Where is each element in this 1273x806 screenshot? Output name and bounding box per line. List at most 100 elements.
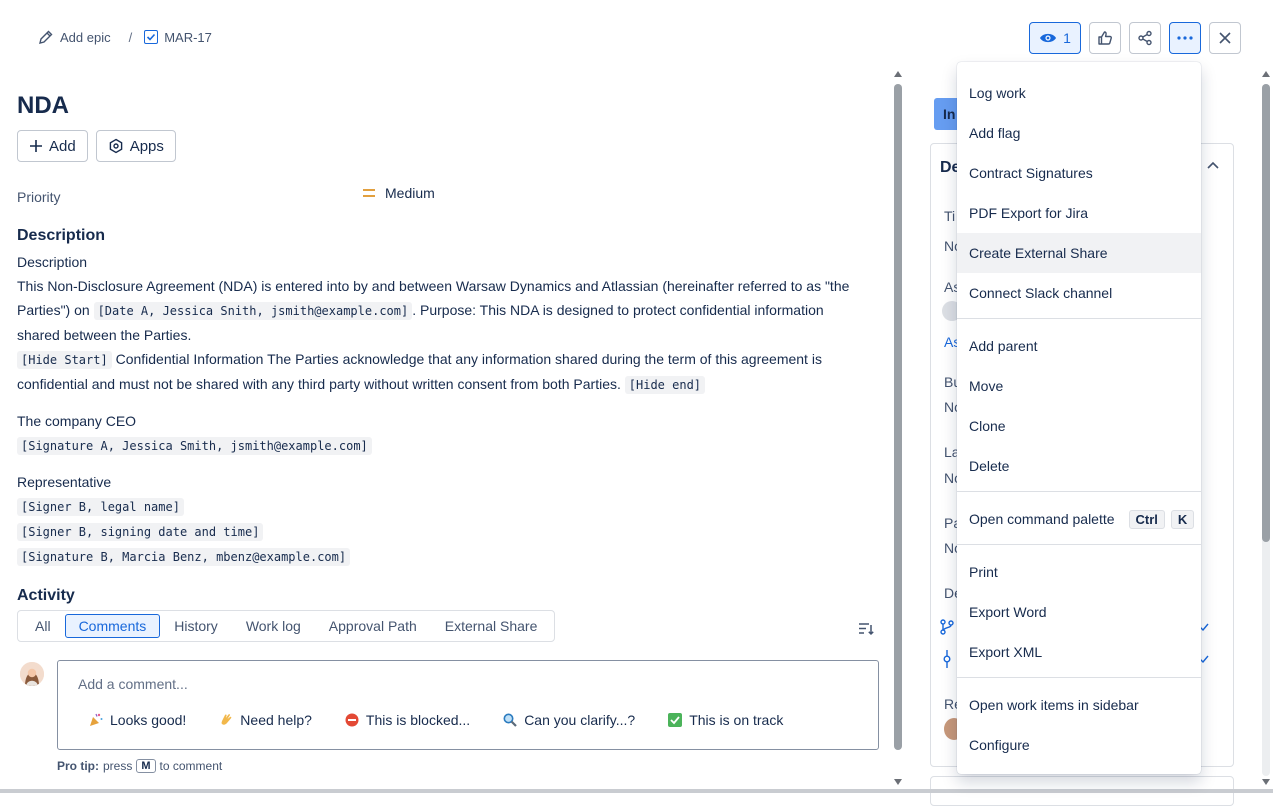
more-actions-menu: Log work Add flag Contract Signatures PD… (957, 62, 1201, 774)
thumbs-up-icon (1098, 31, 1112, 45)
pro-tip-suffix: to comment (159, 759, 223, 773)
quick-reply-label: Can you clarify...? (524, 712, 636, 728)
right-scrollbar-thumb[interactable] (1262, 84, 1270, 542)
tab-external-share[interactable]: External Share (431, 614, 552, 638)
shortcut-key-ctrl: Ctrl (1128, 509, 1165, 529)
hide-start-tag: [Hide Start] (17, 351, 112, 369)
quick-reply-label: This is blocked... (365, 712, 471, 728)
comment-editor[interactable]: Add a comment... Looks good! Need help? … (57, 660, 879, 750)
tab-all[interactable]: All (21, 614, 65, 638)
right-scroll-down-arrow[interactable] (1262, 779, 1270, 785)
tab-comments[interactable]: Comments (64, 614, 161, 638)
check-mark-icon (668, 713, 683, 727)
menu-separator (957, 677, 1201, 678)
pencil-icon (39, 30, 53, 44)
tab-work-log[interactable]: Work log (232, 614, 315, 638)
menu-item-export-word[interactable]: Export Word (957, 592, 1201, 632)
date-placeholder: [Date A, Jessica Snith, jsmith@example.c… (93, 302, 413, 320)
add-epic-link[interactable]: Add epic (38, 29, 111, 45)
quick-reply-label: Need help? (240, 712, 312, 728)
quick-reply-clarify[interactable]: Can you clarify...? (502, 712, 635, 728)
breadcrumb-separator: / (128, 29, 133, 45)
quick-reply-looks-good[interactable]: Looks good! (88, 712, 186, 728)
menu-item-add-parent[interactable]: Add parent (957, 326, 1201, 366)
menu-item-delete[interactable]: Delete (957, 446, 1201, 486)
issue-title[interactable]: NDA (17, 92, 69, 120)
signer-signature: [Signature B, Marcia Benz, mbenz@example… (17, 548, 351, 566)
menu-item-add-flag[interactable]: Add flag (957, 113, 1201, 153)
eye-icon (1040, 33, 1057, 43)
no-entry-icon (345, 713, 359, 727)
apps-hexagon-icon (109, 138, 123, 154)
left-scrollbar[interactable] (894, 84, 902, 750)
menu-separator (957, 491, 1201, 492)
description-body[interactable]: Description This Non-Disclosure Agreemen… (17, 250, 867, 569)
issue-actions: Add Apps (17, 130, 176, 162)
left-scroll-down-arrow[interactable] (894, 779, 902, 785)
description-paragraph-1: This Non-Disclosure Agreement (NDA) is e… (17, 274, 867, 347)
menu-item-move[interactable]: Move (957, 366, 1201, 406)
shortcut-key-k: K (1170, 509, 1195, 529)
comment-placeholder[interactable]: Add a comment... (78, 676, 188, 692)
add-button[interactable]: Add (17, 130, 88, 162)
sort-icon[interactable] (858, 622, 874, 636)
hide-end-tag: [Hide end] (624, 376, 706, 394)
magnifier-icon (503, 713, 517, 727)
tab-approval-path[interactable]: Approval Path (315, 614, 431, 638)
menu-item-export-xml[interactable]: Export XML (957, 632, 1201, 672)
menu-item-configure[interactable]: Configure (957, 725, 1201, 765)
right-scrollbar[interactable] (1262, 84, 1270, 776)
signer-date-time: [Signer B, signing date and time] (17, 523, 264, 541)
issue-key-link[interactable]: MAR-17 (144, 30, 212, 45)
breadcrumb: Add epic / MAR-17 (38, 29, 212, 45)
chevron-up-icon[interactable] (1207, 161, 1219, 169)
menu-item-label: Open command palette (969, 511, 1115, 527)
menu-item-open-in-sidebar[interactable]: Open work items in sidebar (957, 685, 1201, 725)
menu-item-pdf-export[interactable]: PDF Export for Jira (957, 193, 1201, 233)
issue-key: MAR-17 (164, 29, 212, 45)
close-icon (1219, 32, 1231, 44)
menu-item-create-external-share[interactable]: Create External Share (957, 233, 1201, 273)
share-button[interactable] (1129, 22, 1161, 54)
tab-history[interactable]: History (160, 614, 232, 638)
add-button-label: Add (49, 137, 76, 155)
menu-item-open-command-palette[interactable]: Open command palette Ctrl K (957, 499, 1201, 539)
field-fragment: Ti (944, 208, 956, 224)
pro-tip-label: Pro tip: (57, 759, 99, 773)
like-button[interactable] (1089, 22, 1121, 54)
party-popper-icon (90, 713, 103, 726)
apps-button[interactable]: Apps (95, 130, 176, 162)
quick-reply-need-help[interactable]: Need help? (218, 712, 312, 728)
quick-reply-blocked[interactable]: This is blocked... (344, 712, 470, 728)
menu-separator (957, 544, 1201, 545)
menu-item-log-work[interactable]: Log work (957, 73, 1201, 113)
left-scrollbar-thumb[interactable] (894, 84, 902, 750)
priority-value: Medium (385, 185, 435, 201)
quick-reply-label: This is on track (689, 712, 784, 728)
menu-item-contract-signatures[interactable]: Contract Signatures (957, 153, 1201, 193)
signer-legal-name: [Signer B, legal name] (17, 498, 184, 516)
menu-item-connect-slack[interactable]: Connect Slack channel (957, 273, 1201, 313)
right-scroll-up-arrow[interactable] (1262, 71, 1270, 77)
close-button[interactable] (1209, 22, 1241, 54)
ceo-label: The company CEO (17, 413, 137, 429)
description-subheading: Description (17, 254, 88, 270)
watch-button[interactable]: 1 (1029, 22, 1081, 54)
activity-tabs: All Comments History Work log Approval P… (17, 610, 556, 642)
plus-icon (30, 140, 42, 152)
quick-reply-on-track[interactable]: This is on track (667, 712, 783, 728)
description-heading: Description (17, 227, 106, 244)
waving-hand-icon (221, 714, 232, 725)
watch-count: 1 (1063, 30, 1071, 46)
bottom-edge (0, 789, 1273, 793)
quick-reply-label: Looks good! (110, 712, 187, 728)
menu-item-print[interactable]: Print (957, 552, 1201, 592)
more-actions-button[interactable] (1169, 22, 1201, 54)
menu-item-clone[interactable]: Clone (957, 406, 1201, 446)
priority-field[interactable]: Medium (363, 185, 435, 201)
left-scroll-up-arrow[interactable] (894, 71, 902, 77)
quick-replies: Looks good! Need help? This is blocked..… (88, 712, 783, 728)
branch-icon (940, 619, 954, 635)
shortcut: Ctrl K (1125, 509, 1195, 529)
more-horizontal-icon (1177, 36, 1193, 40)
